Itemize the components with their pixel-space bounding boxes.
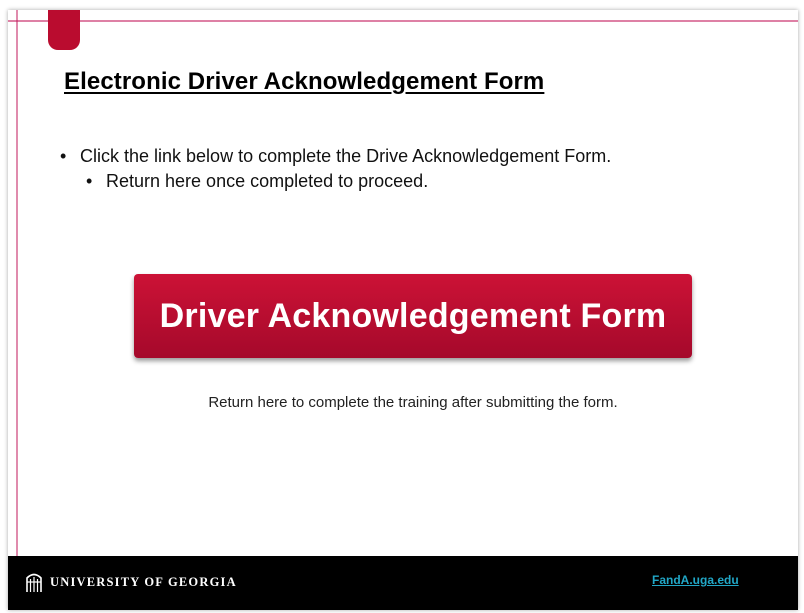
slide-frame: Electronic Driver Acknowledgement Form •…: [8, 10, 798, 610]
page-title: Electronic Driver Acknowledgement Form: [64, 68, 545, 95]
sub-bullet-item: • Return here once completed to proceed.: [60, 169, 611, 194]
driver-acknowledgement-form-button[interactable]: Driver Acknowledgement Form: [134, 274, 692, 358]
bullet-text: Click the link below to complete the Dri…: [80, 146, 612, 166]
instruction-list: • Click the link below to complete the D…: [60, 144, 611, 194]
arch-icon: [26, 573, 42, 592]
sub-bullet-text: Return here once completed to proceed.: [106, 171, 429, 191]
bookmark-tab-icon: [48, 10, 80, 50]
return-note: Return here to complete the training aft…: [208, 394, 618, 411]
top-accent-rule: [8, 20, 798, 22]
left-accent-rule: [16, 10, 18, 558]
uga-wordmark: UNIVERSITY OF GEORGIA: [50, 574, 237, 589]
bullet-glyph: •: [60, 146, 67, 166]
fanda-link[interactable]: FandA.uga.edu: [652, 573, 739, 587]
footer-bar: UNIVERSITY OF GEORGIA FandA.uga.edu: [8, 556, 798, 610]
button-label: Driver Acknowledgement Form: [159, 296, 667, 335]
bullet-item: • Click the link below to complete the D…: [60, 144, 611, 169]
uga-logo: UNIVERSITY OF GEORGIA: [26, 572, 237, 592]
bullet-glyph: •: [86, 171, 93, 191]
